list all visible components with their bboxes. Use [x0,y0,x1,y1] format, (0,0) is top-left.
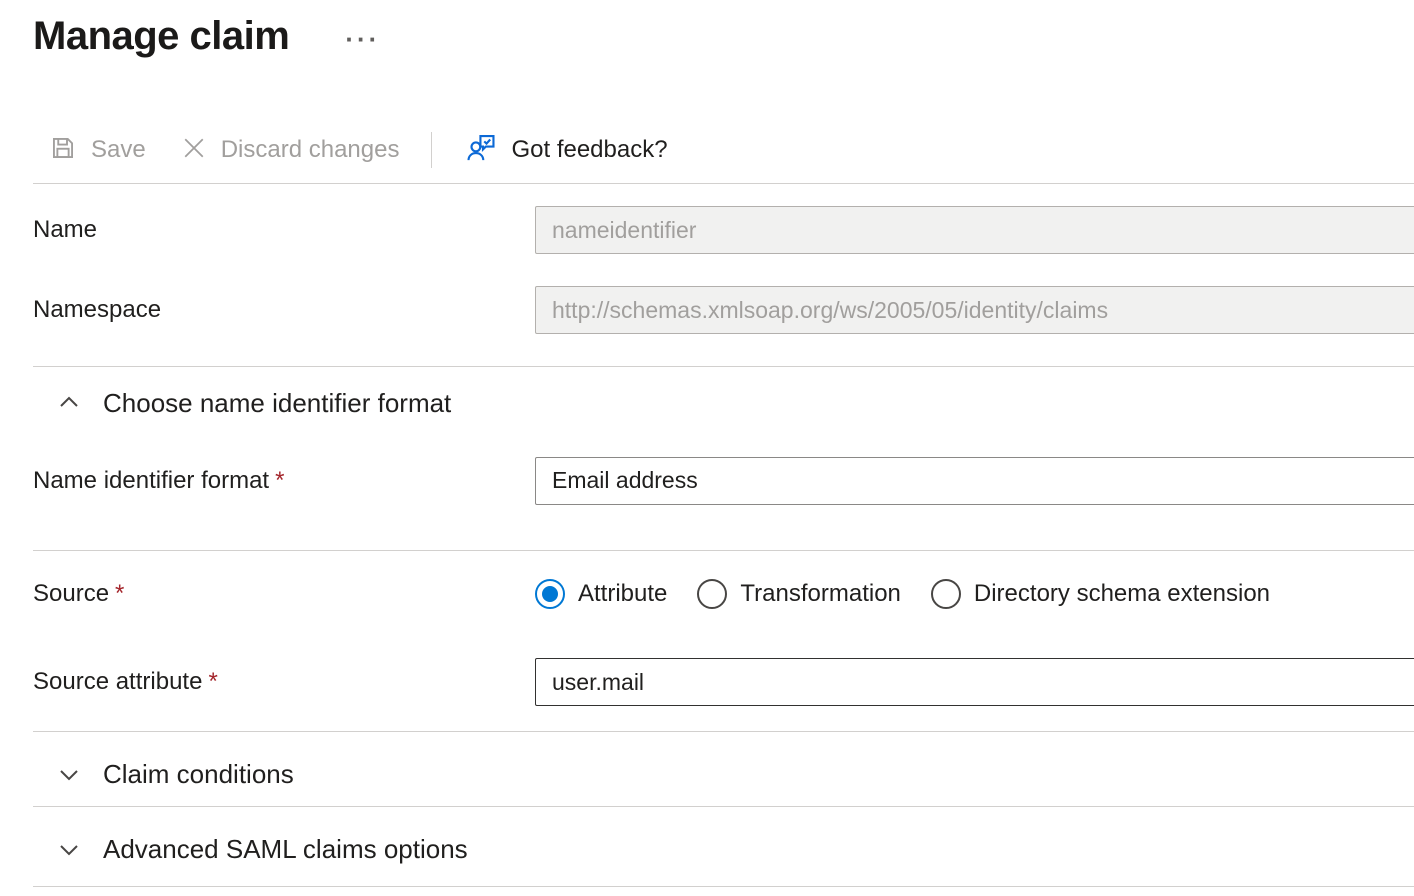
divider [33,731,1414,732]
toolbar-separator [431,132,432,168]
save-button-label: Save [91,136,146,164]
name-identifier-format-row: Name identifier format* Email address [0,457,1414,504]
source-label: Source* [33,580,535,608]
name-identifier-format-label: Name identifier format* [33,467,535,495]
save-icon [48,133,78,168]
required-asterisk: * [275,467,284,494]
section-title: Advanced SAML claims options [103,834,468,865]
chevron-down-icon [57,837,81,861]
section-claim-conditions[interactable]: Claim conditions [0,758,1414,790]
radio-attribute[interactable]: Attribute [535,579,667,609]
feedback-person-icon [464,131,498,170]
name-field-row: Name [0,205,1414,255]
command-bar: Save Discard changes Got feedback? [0,128,1414,172]
divider [33,366,1414,367]
source-row: Source* Attribute Transformation Directo… [0,579,1414,609]
name-identifier-format-value: Email address [552,467,698,494]
name-field-label: Name [33,216,535,244]
section-choose-name-identifier-format[interactable]: Choose name identifier format [0,387,1414,419]
discard-changes-label: Discard changes [221,136,400,164]
section-title: Choose name identifier format [103,388,451,419]
namespace-field-label: Namespace [33,296,535,324]
source-radio-group: Attribute Transformation Directory schem… [535,579,1414,609]
source-attribute-row: Source attribute* [0,658,1414,706]
page-title: Manage claim [33,14,289,59]
required-asterisk: * [208,668,217,695]
radio-selected-icon [535,579,565,609]
radio-directory-schema-extension[interactable]: Directory schema extension [931,579,1270,609]
namespace-input [535,286,1414,334]
required-asterisk: * [115,580,124,607]
radio-transformation[interactable]: Transformation [697,579,901,609]
chevron-up-icon [57,391,81,415]
source-attribute-label: Source attribute* [33,668,535,696]
source-attribute-input[interactable] [535,658,1414,706]
got-feedback-button[interactable]: Got feedback? [464,131,667,170]
namespace-field-row: Namespace [0,286,1414,334]
chevron-down-icon [57,762,81,786]
radio-unselected-icon [697,579,727,609]
divider [33,806,1414,807]
discard-changes-button[interactable]: Discard changes [180,134,400,167]
save-button[interactable]: Save [48,133,146,168]
got-feedback-label: Got feedback? [511,136,667,164]
page-header: Manage claim ··· [33,8,1414,64]
divider [33,550,1414,551]
divider [33,886,1414,887]
name-identifier-format-dropdown[interactable]: Email address [535,457,1414,505]
name-input [535,206,1414,254]
radio-unselected-icon [931,579,961,609]
section-title: Claim conditions [103,759,294,790]
more-options-icon[interactable]: ··· [345,26,380,52]
section-advanced-saml-claims-options[interactable]: Advanced SAML claims options [0,833,1414,865]
close-icon [180,134,208,167]
divider [33,183,1414,184]
